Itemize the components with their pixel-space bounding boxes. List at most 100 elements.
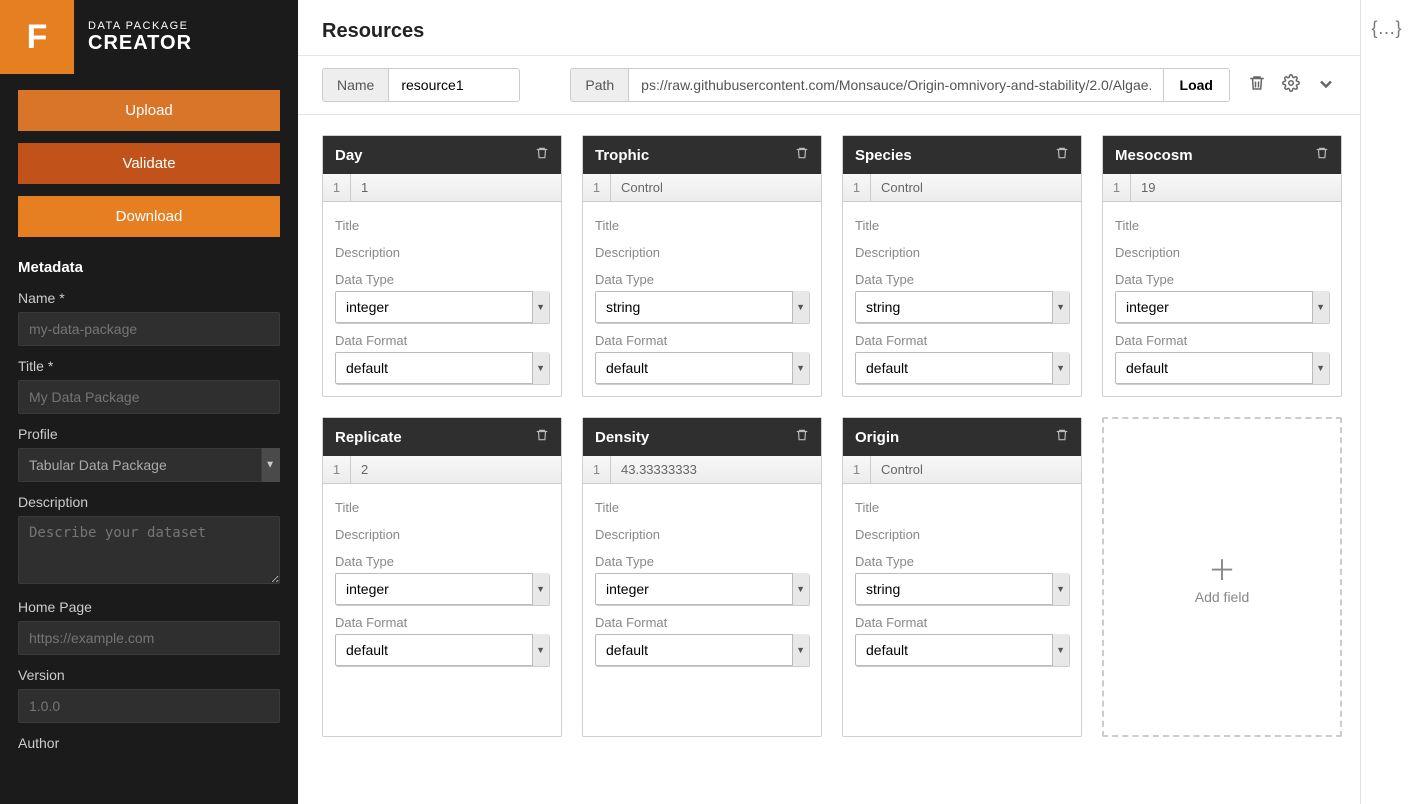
field-dataformat-select[interactable]	[595, 634, 809, 666]
brand-line1: DATA PACKAGE	[88, 20, 192, 32]
page-title: Resources	[322, 20, 1336, 43]
chevron-down-icon: ▼	[265, 460, 275, 471]
field-description-label: Description	[335, 527, 549, 542]
resource-path-group: Path Load	[570, 68, 1230, 102]
field-name: Origin	[855, 429, 899, 446]
field-title-label: Title	[855, 500, 1069, 515]
metadata-heading: Metadata	[18, 259, 280, 276]
sample-index: 1	[583, 456, 611, 483]
trash-icon[interactable]	[1055, 146, 1069, 164]
field-dataformat-select[interactable]	[855, 634, 1069, 666]
field-dataformat-label: Data Format	[335, 615, 549, 630]
validate-button[interactable]: Validate	[18, 143, 280, 184]
field-title-label: Title	[595, 218, 809, 233]
brand-line2: CREATOR	[88, 32, 192, 55]
field-card: Day11TitleDescriptionData Type▼Data Form…	[322, 135, 562, 397]
field-name: Mesocosm	[1115, 147, 1193, 164]
field-dataformat-select[interactable]	[855, 352, 1069, 384]
metadata-description-input[interactable]	[18, 516, 280, 584]
field-title-label: Title	[335, 218, 549, 233]
brand-logo: F	[0, 0, 74, 74]
trash-icon[interactable]	[1248, 74, 1266, 97]
field-name: Density	[595, 429, 649, 446]
plus-icon: ＋	[1208, 549, 1236, 589]
metadata-name-label: Name *	[18, 290, 280, 306]
field-description-label: Description	[855, 527, 1069, 542]
metadata-name-input[interactable]	[18, 312, 280, 346]
sample-value: Control	[611, 174, 821, 201]
field-name: Trophic	[595, 147, 649, 164]
trash-icon[interactable]	[535, 146, 549, 164]
field-dataformat-select[interactable]	[335, 352, 549, 384]
metadata-title-input[interactable]	[18, 380, 280, 414]
field-card: Replicate12TitleDescriptionData Type▼Dat…	[322, 417, 562, 737]
field-datatype-select[interactable]	[595, 291, 809, 323]
field-description-label: Description	[855, 245, 1069, 260]
metadata-profile-label: Profile	[18, 426, 280, 442]
resource-name-label: Name	[323, 69, 389, 101]
metadata-profile-select[interactable]	[18, 448, 280, 482]
field-description-label: Description	[335, 245, 549, 260]
metadata-version-input[interactable]	[18, 689, 280, 723]
gear-icon[interactable]	[1282, 74, 1300, 97]
upload-button[interactable]: Upload	[18, 90, 280, 131]
field-sample: 119	[1103, 174, 1341, 202]
metadata-title-label: Title *	[18, 358, 280, 374]
resource-path-input[interactable]	[629, 69, 1162, 101]
field-datatype-label: Data Type	[335, 272, 549, 287]
sample-value: 1	[351, 174, 561, 201]
code-braces-icon[interactable]: {…}	[1371, 18, 1401, 804]
field-sample: 143.33333333	[583, 456, 821, 484]
field-card: Mesocosm119TitleDescriptionData Type▼Dat…	[1102, 135, 1342, 397]
chevron-down-icon[interactable]	[1316, 74, 1336, 97]
field-datatype-select[interactable]	[595, 573, 809, 605]
field-datatype-select[interactable]	[855, 573, 1069, 605]
trash-icon[interactable]	[795, 146, 809, 164]
trash-icon[interactable]	[535, 428, 549, 446]
trash-icon[interactable]	[795, 428, 809, 446]
field-dataformat-select[interactable]	[595, 352, 809, 384]
field-datatype-label: Data Type	[855, 554, 1069, 569]
field-card: Trophic 1Control Title Description Data Type…	[582, 135, 822, 397]
download-button[interactable]: Download	[18, 196, 280, 237]
field-sample: 1Control	[583, 174, 821, 202]
resource-toolbar: Name Path Load	[298, 55, 1360, 115]
metadata-author-label: Author	[18, 735, 280, 751]
load-button[interactable]: Load	[1163, 69, 1229, 101]
field-title-label: Title	[335, 500, 549, 515]
field-name: Species	[855, 147, 912, 164]
field-dataformat-select[interactable]	[335, 634, 549, 666]
field-dataformat-label: Data Format	[1115, 333, 1329, 348]
add-field-label: Add field	[1195, 589, 1249, 605]
resource-name-input[interactable]	[389, 69, 519, 101]
field-dataformat-label: Data Format	[595, 615, 809, 630]
right-rail: {…}	[1360, 0, 1412, 804]
field-datatype-select[interactable]	[335, 291, 549, 323]
field-dataformat-select[interactable]	[1115, 352, 1329, 384]
field-title-label: Title	[1115, 218, 1329, 233]
field-description-label: Description	[1115, 245, 1329, 260]
metadata-homepage-label: Home Page	[18, 599, 280, 615]
sample-value: 43.33333333	[611, 456, 821, 483]
field-card: Density143.33333333TitleDescriptionData …	[582, 417, 822, 737]
trash-icon[interactable]	[1315, 146, 1329, 164]
field-dataformat-label: Data Format	[595, 333, 809, 348]
field-sample: 12	[323, 456, 561, 484]
field-datatype-select[interactable]	[855, 291, 1069, 323]
sample-index: 1	[323, 456, 351, 483]
trash-icon[interactable]	[1055, 428, 1069, 446]
field-dataformat-label: Data Format	[855, 615, 1069, 630]
field-description-label: Description	[595, 245, 809, 260]
field-datatype-label: Data Type	[335, 554, 549, 569]
field-sample: 1Control	[843, 456, 1081, 484]
add-field-button[interactable]: ＋Add field	[1102, 417, 1342, 737]
field-datatype-select[interactable]	[1115, 291, 1329, 323]
field-datatype-label: Data Type	[1115, 272, 1329, 287]
field-datatype-select[interactable]	[335, 573, 549, 605]
field-datatype-label: Data Type	[855, 272, 1069, 287]
field-description-label: Description	[595, 527, 809, 542]
field-card: Origin1ControlTitleDescriptionData Type▼…	[842, 417, 1082, 737]
field-datatype-label: Data Type	[595, 272, 809, 287]
field-title-label: Title	[855, 218, 1069, 233]
metadata-homepage-input[interactable]	[18, 621, 280, 655]
